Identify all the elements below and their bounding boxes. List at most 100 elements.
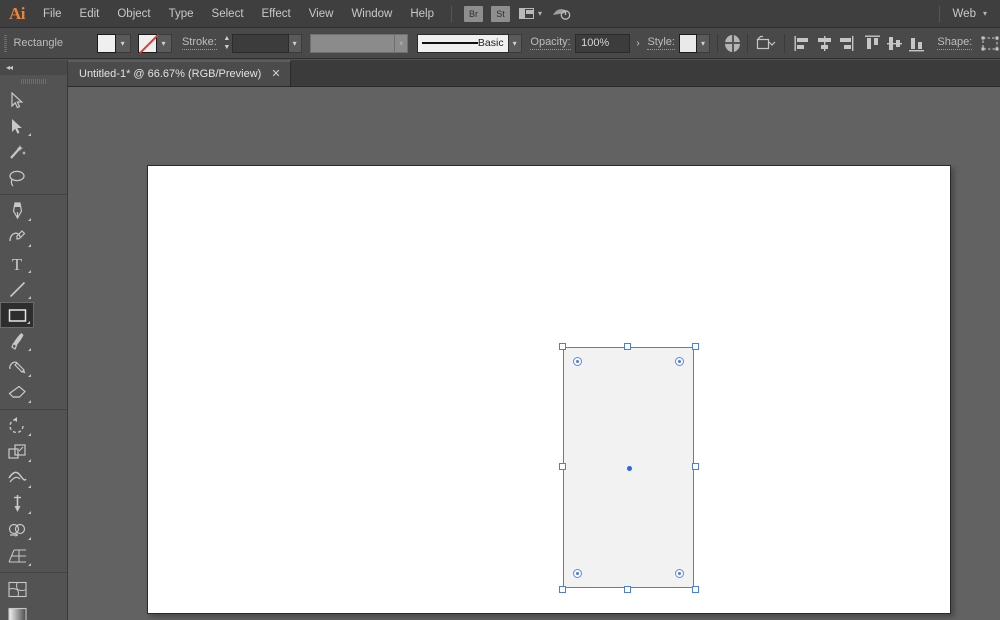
fill-swatch-control[interactable]: ▾ bbox=[97, 34, 131, 53]
bbox-handle-top-left[interactable] bbox=[559, 343, 566, 350]
stroke-weight-dropdown[interactable]: ▾ bbox=[289, 34, 302, 53]
tool-free-transform[interactable] bbox=[0, 491, 34, 517]
chevron-down-icon: ▾ bbox=[534, 9, 542, 18]
tool-curvature[interactable] bbox=[0, 224, 34, 250]
menu-item-object[interactable]: Object bbox=[108, 0, 159, 28]
tool-eraser[interactable] bbox=[0, 380, 34, 406]
tools-grid: T bbox=[0, 87, 67, 620]
tool-rotate[interactable] bbox=[0, 413, 34, 439]
variable-width-profile-dropdown[interactable]: ▾ bbox=[395, 34, 408, 53]
control-divider bbox=[747, 34, 748, 53]
corner-radius-widget[interactable] bbox=[675, 357, 684, 366]
selected-rectangle[interactable] bbox=[563, 347, 694, 588]
menu-item-file[interactable]: File bbox=[34, 0, 71, 28]
tool-pen[interactable] bbox=[0, 198, 34, 224]
bbox-handle-top-right[interactable] bbox=[692, 343, 699, 350]
corner-radius-widget[interactable] bbox=[573, 569, 582, 578]
tool-rectangle[interactable] bbox=[0, 302, 34, 328]
bbox-handle-bottom-left[interactable] bbox=[559, 586, 566, 593]
shape-properties-icon[interactable] bbox=[979, 36, 1000, 51]
align-horizontal-center-icon[interactable] bbox=[814, 36, 836, 51]
stroke-weight-label[interactable]: Stroke: bbox=[182, 36, 217, 50]
tool-pencil[interactable] bbox=[0, 354, 34, 380]
sync-settings-button[interactable] bbox=[547, 0, 576, 28]
control-bar: Rectangle ▾ ▾ Stroke: ▲▼ ▾ ▾ Basic ▾ Opa… bbox=[0, 28, 1000, 59]
bbox-handle-middle-left[interactable] bbox=[559, 463, 566, 470]
tools-panel: ◂◂ bbox=[0, 60, 68, 620]
illustrator-window: Ai File Edit Object Type Select Effect V… bbox=[0, 0, 1000, 620]
graphic-style-dropdown[interactable]: ▾ bbox=[697, 34, 710, 53]
collapse-panel-icon[interactable]: ◂◂ bbox=[6, 63, 12, 72]
svg-text:T: T bbox=[12, 255, 23, 272]
menu-item-select[interactable]: Select bbox=[203, 0, 253, 28]
bbox-handle-bottom-center[interactable] bbox=[624, 586, 631, 593]
arrange-documents-button[interactable]: ▾ bbox=[514, 0, 547, 28]
bbox-handle-middle-right[interactable] bbox=[692, 463, 699, 470]
align-right-icon[interactable] bbox=[835, 36, 857, 51]
brush-definition-label: Basic bbox=[478, 37, 504, 49]
artboard[interactable] bbox=[147, 165, 951, 614]
graphic-style-swatch[interactable] bbox=[679, 34, 697, 53]
menu-divider bbox=[451, 6, 452, 22]
fill-swatch[interactable] bbox=[97, 34, 116, 53]
tool-direct-selection[interactable] bbox=[0, 113, 34, 139]
stroke-swatch-dropdown[interactable]: ▾ bbox=[157, 34, 172, 53]
opacity-input[interactable]: 100% bbox=[575, 34, 630, 53]
stroke-weight-input[interactable] bbox=[232, 34, 289, 53]
menu-item-help[interactable]: Help bbox=[401, 0, 443, 28]
tool-magic-wand[interactable] bbox=[0, 139, 34, 165]
tool-selection[interactable] bbox=[0, 87, 34, 113]
arrange-documents-icon bbox=[519, 8, 534, 19]
sync-settings-icon bbox=[552, 6, 571, 21]
tools-panel-grip[interactable] bbox=[0, 75, 67, 87]
fill-swatch-dropdown[interactable]: ▾ bbox=[116, 34, 131, 53]
tool-scale[interactable] bbox=[0, 439, 34, 465]
stroke-swatch[interactable] bbox=[138, 34, 157, 53]
stroke-swatch-control[interactable]: ▾ bbox=[138, 34, 172, 53]
corner-radius-widget[interactable] bbox=[573, 357, 582, 366]
tool-width[interactable] bbox=[0, 465, 34, 491]
style-label[interactable]: Style: bbox=[647, 36, 675, 50]
brush-definition-swatch[interactable]: Basic bbox=[417, 34, 509, 53]
shape-label[interactable]: Shape: bbox=[937, 36, 972, 50]
canvas-area[interactable] bbox=[68, 87, 1000, 620]
bbox-handle-top-center[interactable] bbox=[624, 343, 631, 350]
document-tab[interactable]: Untitled-1* @ 66.67% (RGB/Preview) ✕ bbox=[68, 60, 291, 86]
control-divider bbox=[717, 34, 718, 53]
menu-item-window[interactable]: Window bbox=[342, 0, 401, 28]
align-top-icon[interactable] bbox=[862, 35, 884, 52]
tool-mesh[interactable] bbox=[0, 576, 34, 602]
opacity-label[interactable]: Opacity: bbox=[530, 36, 570, 50]
tools-panel-header[interactable]: ◂◂ bbox=[0, 60, 67, 75]
tools-divider bbox=[0, 194, 67, 195]
align-vertical-center-icon[interactable] bbox=[884, 35, 906, 52]
tool-perspective-grid[interactable] bbox=[0, 543, 34, 569]
menu-item-effect[interactable]: Effect bbox=[253, 0, 300, 28]
tool-lasso[interactable] bbox=[0, 165, 34, 191]
stock-button[interactable]: St bbox=[491, 6, 510, 22]
recolor-artwork-icon[interactable] bbox=[725, 35, 740, 52]
bbox-handle-bottom-right[interactable] bbox=[692, 586, 699, 593]
variable-width-profile-input[interactable] bbox=[310, 34, 395, 53]
opacity-options-button[interactable]: › bbox=[630, 38, 645, 49]
corner-radius-widget[interactable] bbox=[675, 569, 684, 578]
menu-item-type[interactable]: Type bbox=[160, 0, 203, 28]
document-tab-bar: Untitled-1* @ 66.67% (RGB/Preview) ✕ bbox=[0, 60, 1000, 87]
menu-item-view[interactable]: View bbox=[300, 0, 343, 28]
center-anchor-point bbox=[627, 466, 632, 471]
tool-type[interactable]: T bbox=[0, 250, 34, 276]
tool-gradient[interactable] bbox=[0, 602, 34, 620]
close-icon[interactable]: ✕ bbox=[271, 69, 280, 80]
brush-definition-dropdown[interactable]: ▾ bbox=[509, 34, 522, 53]
workspace-switcher[interactable]: Web ▾ bbox=[948, 0, 992, 28]
tool-line-segment[interactable] bbox=[0, 276, 34, 302]
bridge-button[interactable]: Br bbox=[464, 6, 483, 22]
transform-button[interactable] bbox=[754, 35, 777, 51]
tool-paintbrush[interactable] bbox=[0, 328, 34, 354]
stroke-weight-stepper[interactable]: ▲▼ bbox=[222, 34, 232, 53]
align-left-icon[interactable] bbox=[792, 36, 814, 51]
tool-shape-builder[interactable] bbox=[0, 517, 34, 543]
align-bottom-icon[interactable] bbox=[905, 35, 927, 52]
control-bar-grip[interactable] bbox=[4, 35, 7, 52]
menu-item-edit[interactable]: Edit bbox=[71, 0, 109, 28]
